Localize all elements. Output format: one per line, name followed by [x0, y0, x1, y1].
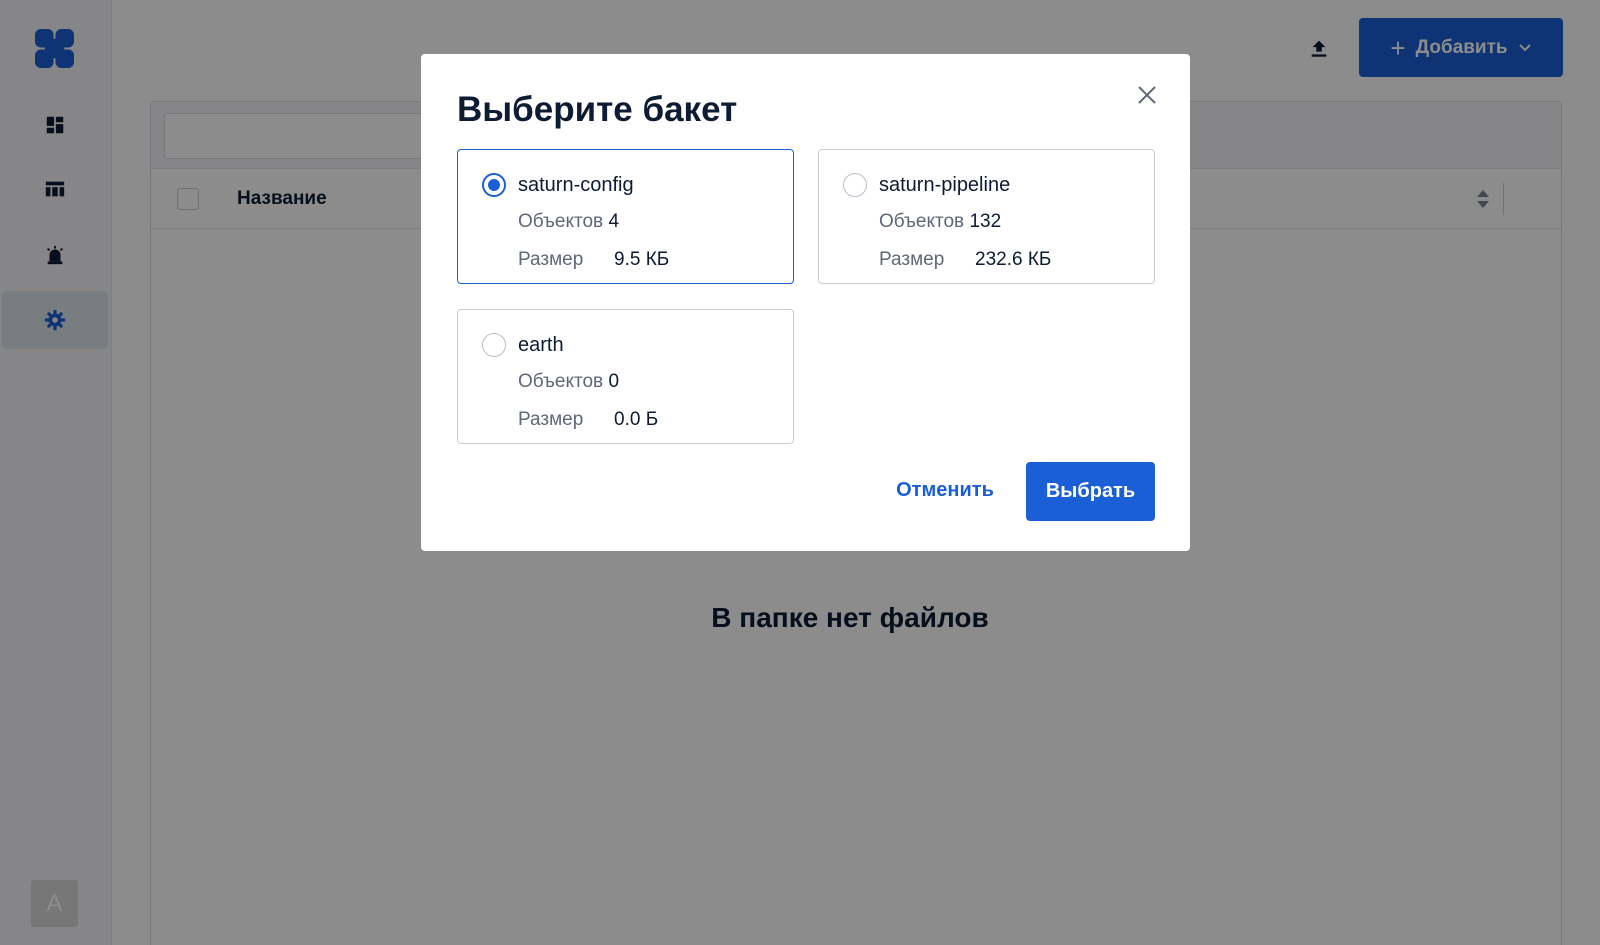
bucket-name: earth: [518, 334, 564, 356]
bucket-objects: Объектов 4: [518, 211, 620, 232]
select-button[interactable]: Выбрать: [1026, 462, 1155, 521]
bucket-name: saturn-pipeline: [879, 174, 1011, 196]
bucket-radio[interactable]: [482, 333, 506, 357]
select-bucket-dialog: Выберите бакет saturn-config Объектов 4 …: [421, 54, 1190, 551]
bucket-card-saturn-config[interactable]: saturn-config Объектов 4 Размер 9.5 КБ: [457, 149, 794, 284]
close-icon[interactable]: [1136, 84, 1158, 106]
bucket-card-earth[interactable]: earth Объектов 0 Размер 0.0 Б: [457, 309, 794, 444]
dialog-title: Выберите бакет: [457, 90, 738, 129]
bucket-card-saturn-pipeline[interactable]: saturn-pipeline Объектов 132 Размер 232.6…: [818, 149, 1155, 284]
bucket-objects: Объектов 0: [518, 371, 620, 392]
bucket-size: Размер 0.0 Б: [518, 409, 659, 430]
bucket-radio[interactable]: [482, 173, 506, 197]
bucket-radio[interactable]: [843, 173, 867, 197]
bucket-objects: Объектов 132: [879, 211, 1002, 232]
bucket-size: Размер 9.5 КБ: [518, 249, 670, 270]
bucket-name: saturn-config: [518, 174, 634, 196]
bucket-size: Размер 232.6 КБ: [879, 249, 1052, 270]
cancel-button[interactable]: Отменить: [889, 470, 1001, 510]
